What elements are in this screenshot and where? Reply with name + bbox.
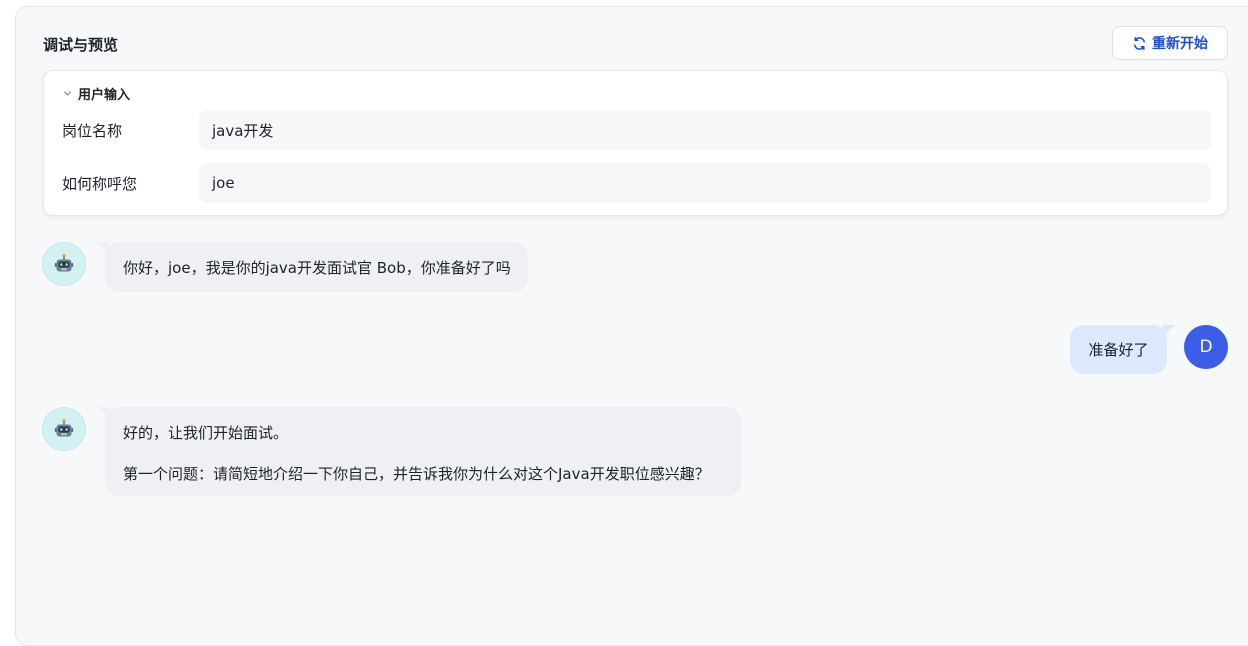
user-input-header: 用户输入	[78, 88, 131, 103]
user-avatar: D	[1184, 325, 1228, 369]
field-row-name: 如何称呼您 joe	[62, 163, 1212, 203]
field-row-position: 岗位名称 java开发	[62, 110, 1212, 150]
user-message-bubble: 准备好了	[1070, 325, 1175, 374]
user-input-toggle[interactable]: 用户输入	[62, 84, 130, 103]
bot-message-text: 你好，joe，我是你的java开发面试官 Bob，你准备好了吗	[123, 259, 511, 277]
refresh-icon	[1132, 36, 1147, 51]
bot-message-text: 好的，让我们开始面试。	[123, 424, 289, 442]
debug-preview-panel: 调试与预览 重新开始 用户输入 岗位名称 java开发 如何称呼您 joe 你好…	[15, 6, 1248, 646]
bot-message-bubble: 好的，让我们开始面试。 第一个问题：请简短地介绍一下你自己，并告诉我你为什么对这…	[97, 407, 741, 496]
robot-icon	[52, 252, 76, 276]
robot-icon	[52, 417, 76, 441]
chevron-down-icon	[62, 88, 73, 99]
user-message-text: 准备好了	[1088, 341, 1149, 359]
bot-avatar	[42, 242, 86, 286]
name-input[interactable]: joe	[199, 163, 1211, 203]
user-input-card: 用户输入 岗位名称 java开发 如何称呼您 joe	[43, 70, 1228, 216]
field-label-position: 岗位名称	[62, 121, 123, 140]
position-input[interactable]: java开发	[199, 110, 1211, 150]
restart-button-label: 重新开始	[1152, 36, 1208, 52]
field-label-name: 如何称呼您	[62, 174, 138, 193]
bot-avatar	[42, 407, 86, 451]
restart-button[interactable]: 重新开始	[1112, 26, 1228, 60]
user-avatar-letter: D	[1199, 337, 1213, 357]
panel-title: 调试与预览	[43, 36, 119, 54]
bot-message-text: 第一个问题：请简短地介绍一下你自己，并告诉我你为什么对这个Java开发职位感兴趣…	[123, 465, 710, 483]
bot-message-bubble: 你好，joe，我是你的java开发面试官 Bob，你准备好了吗	[97, 242, 528, 292]
